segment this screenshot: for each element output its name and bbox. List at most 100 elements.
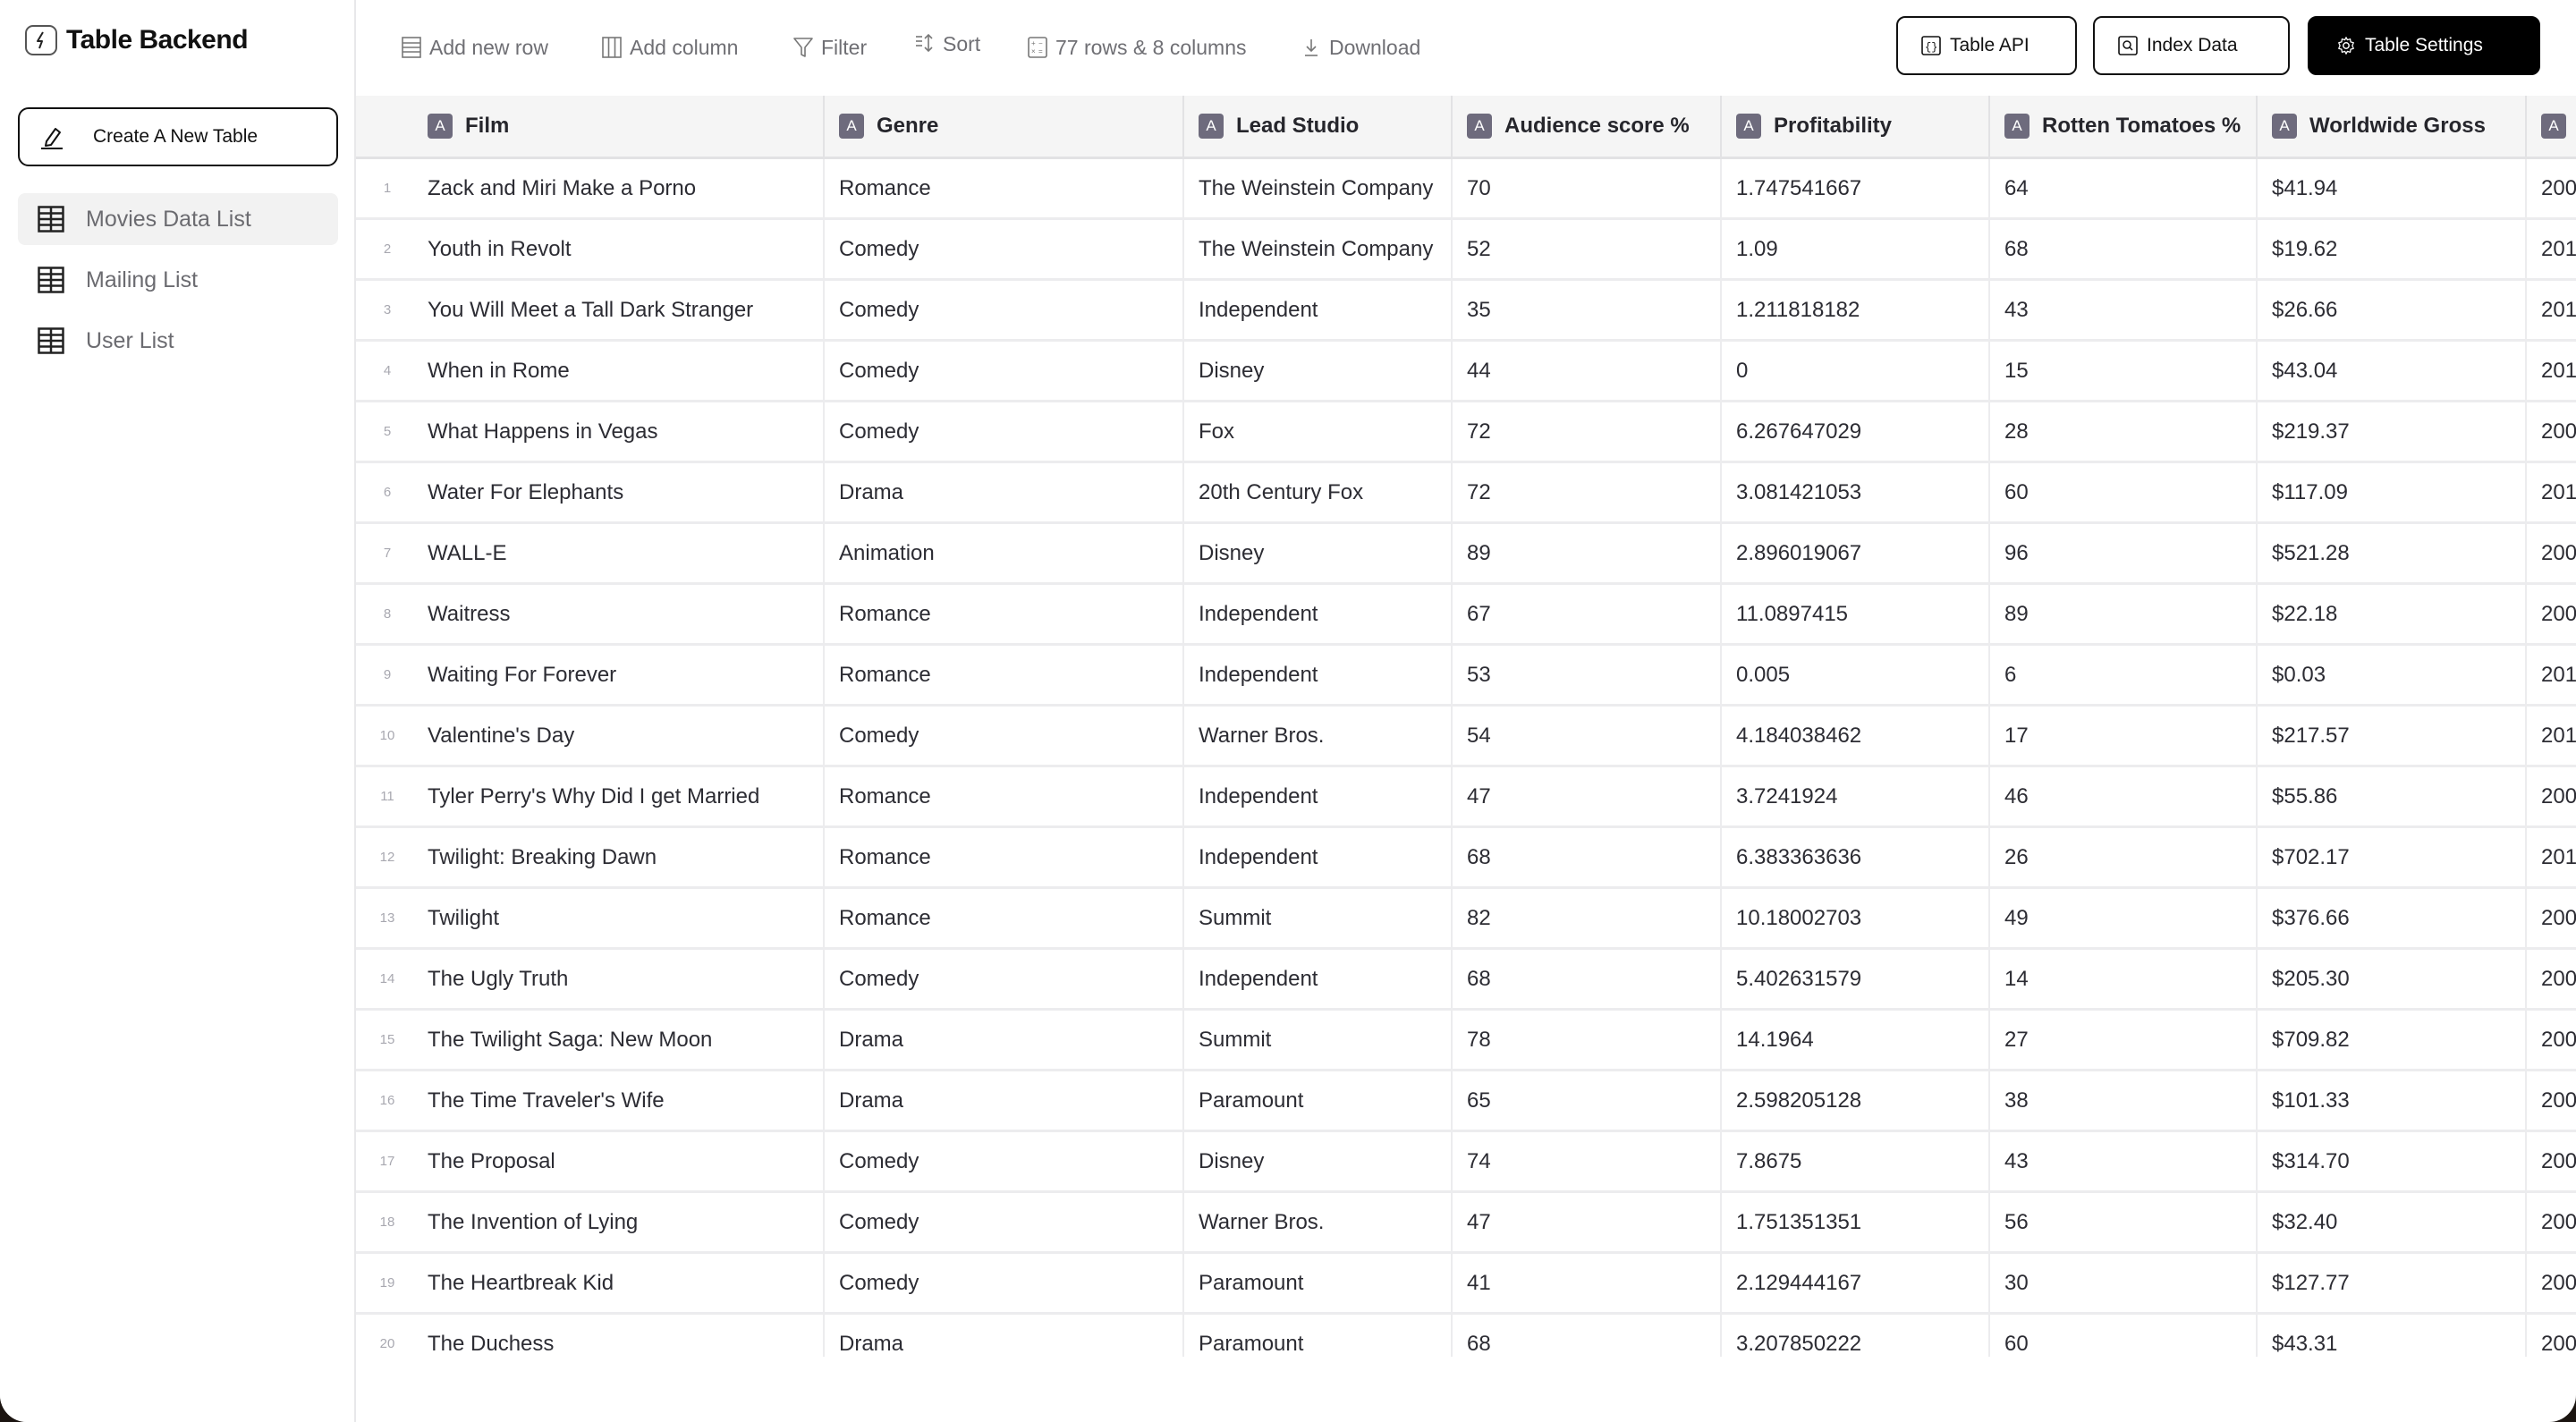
cell-year[interactable]: 200	[2527, 524, 2576, 582]
cell-rotten-tomatoes[interactable]: 89	[1990, 585, 2258, 643]
table-row[interactable]: 5 What Happens in Vegas Comedy Fox 72 6.26764…	[356, 402, 2576, 463]
create-new-table-button[interactable]: Create A New Table	[18, 107, 338, 166]
cell-profitability[interactable]: 14.1964	[1722, 1011, 1990, 1069]
table-settings-button[interactable]: Table Settings	[2308, 16, 2540, 75]
table-row[interactable]: 13 Twilight Romance Summit 82 10.18002703 49 $3…	[356, 889, 2576, 950]
cell-rotten-tomatoes[interactable]: 68	[1990, 220, 2258, 278]
cell-rotten-tomatoes[interactable]: 56	[1990, 1193, 2258, 1251]
cell-audience-score[interactable]: 54	[1453, 707, 1722, 765]
cell-genre[interactable]: Animation	[825, 524, 1184, 582]
cell-film[interactable]: What Happens in Vegas	[419, 402, 825, 461]
cell-audience-score[interactable]: 82	[1453, 889, 1722, 947]
cell-audience-score[interactable]: 65	[1453, 1071, 1722, 1130]
cell-lead-studio[interactable]: Disney	[1184, 342, 1453, 400]
cell-profitability[interactable]: 2.896019067	[1722, 524, 1990, 582]
cell-worldwide-gross[interactable]: $32.40	[2258, 1193, 2527, 1251]
cell-year[interactable]: 201	[2527, 342, 2576, 400]
cell-year[interactable]: 200	[2527, 889, 2576, 947]
cell-worldwide-gross[interactable]: $217.57	[2258, 707, 2527, 765]
cell-rotten-tomatoes[interactable]: 26	[1990, 828, 2258, 886]
cell-profitability[interactable]: 1.211818182	[1722, 281, 1990, 339]
cell-profitability[interactable]: 3.7241924	[1722, 767, 1990, 825]
cell-rotten-tomatoes[interactable]: 43	[1990, 281, 2258, 339]
cell-profitability[interactable]: 2.598205128	[1722, 1071, 1990, 1130]
cell-worldwide-gross[interactable]: $205.30	[2258, 950, 2527, 1008]
cell-genre[interactable]: Drama	[825, 1315, 1184, 1357]
cell-film[interactable]: Twilight: Breaking Dawn	[419, 828, 825, 886]
cell-worldwide-gross[interactable]: $101.33	[2258, 1071, 2527, 1130]
column-header-film[interactable]: A Film	[419, 96, 825, 157]
cell-worldwide-gross[interactable]: $521.28	[2258, 524, 2527, 582]
cell-worldwide-gross[interactable]: $19.62	[2258, 220, 2527, 278]
table-row[interactable]: 4 When in Rome Comedy Disney 44 0 15 $43.04 201	[356, 342, 2576, 402]
cell-lead-studio[interactable]: Paramount	[1184, 1315, 1453, 1357]
cell-audience-score[interactable]: 41	[1453, 1254, 1722, 1312]
cell-rotten-tomatoes[interactable]: 46	[1990, 767, 2258, 825]
column-header-audience-score[interactable]: A Audience score %	[1453, 96, 1722, 157]
cell-year[interactable]: 200	[2527, 402, 2576, 461]
cell-worldwide-gross[interactable]: $41.94	[2258, 159, 2527, 217]
table-row[interactable]: 8 Waitress Romance Independent 67 11.0897415 8…	[356, 585, 2576, 646]
cell-worldwide-gross[interactable]: $55.86	[2258, 767, 2527, 825]
sidebar-item-movies-data-list[interactable]: Movies Data List	[18, 193, 338, 245]
column-header-rotten-tomatoes[interactable]: A Rotten Tomatoes %	[1990, 96, 2258, 157]
table-row[interactable]: 9 Waiting For Forever Romance Independent 53…	[356, 646, 2576, 707]
cell-year[interactable]: 200	[2527, 1011, 2576, 1069]
cell-profitability[interactable]: 1.751351351	[1722, 1193, 1990, 1251]
cell-year[interactable]: 200	[2527, 585, 2576, 643]
index-data-button[interactable]: Index Data	[2093, 16, 2290, 75]
cell-lead-studio[interactable]: The Weinstein Company	[1184, 220, 1453, 278]
column-header-worldwide-gross[interactable]: A Worldwide Gross	[2258, 96, 2527, 157]
cell-year[interactable]: 201	[2527, 281, 2576, 339]
cell-worldwide-gross[interactable]: $314.70	[2258, 1132, 2527, 1190]
cell-lead-studio[interactable]: Summit	[1184, 889, 1453, 947]
cell-year[interactable]: 201	[2527, 220, 2576, 278]
cell-rotten-tomatoes[interactable]: 38	[1990, 1071, 2258, 1130]
cell-film[interactable]: Waitress	[419, 585, 825, 643]
cell-profitability[interactable]: 6.267647029	[1722, 402, 1990, 461]
cell-lead-studio[interactable]: Independent	[1184, 646, 1453, 704]
cell-film[interactable]: You Will Meet a Tall Dark Stranger	[419, 281, 825, 339]
cell-profitability[interactable]: 7.8675	[1722, 1132, 1990, 1190]
cell-rotten-tomatoes[interactable]: 64	[1990, 159, 2258, 217]
cell-film[interactable]: Valentine's Day	[419, 707, 825, 765]
cell-audience-score[interactable]: 47	[1453, 1193, 1722, 1251]
cell-audience-score[interactable]: 89	[1453, 524, 1722, 582]
table-row[interactable]: 20 The Duchess Drama Paramount 68 3.207850222…	[356, 1315, 2576, 1357]
cell-year[interactable]: 200	[2527, 1315, 2576, 1357]
cell-lead-studio[interactable]: Paramount	[1184, 1254, 1453, 1312]
cell-genre[interactable]: Romance	[825, 889, 1184, 947]
table-row[interactable]: 7 WALL-E Animation Disney 89 2.896019067 96 $52…	[356, 524, 2576, 585]
cell-lead-studio[interactable]: Fox	[1184, 402, 1453, 461]
cell-year[interactable]: 201	[2527, 707, 2576, 765]
cell-lead-studio[interactable]: Warner Bros.	[1184, 707, 1453, 765]
column-header-profitability[interactable]: A Profitability	[1722, 96, 1990, 157]
cell-worldwide-gross[interactable]: $127.77	[2258, 1254, 2527, 1312]
brand[interactable]: Table Backend	[25, 25, 249, 55]
table-row[interactable]: 10 Valentine's Day Comedy Warner Bros. 54 4.1…	[356, 707, 2576, 767]
cell-genre[interactable]: Comedy	[825, 1132, 1184, 1190]
sort-button[interactable]: Sort	[914, 29, 980, 59]
table-row[interactable]: 18 The Invention of Lying Comedy Warner Bro…	[356, 1193, 2576, 1254]
cell-audience-score[interactable]: 44	[1453, 342, 1722, 400]
cell-film[interactable]: The Twilight Saga: New Moon	[419, 1011, 825, 1069]
cell-film[interactable]: The Duchess	[419, 1315, 825, 1357]
cell-profitability[interactable]: 5.402631579	[1722, 950, 1990, 1008]
cell-lead-studio[interactable]: Independent	[1184, 767, 1453, 825]
cell-worldwide-gross[interactable]: $219.37	[2258, 402, 2527, 461]
cell-worldwide-gross[interactable]: $376.66	[2258, 889, 2527, 947]
cell-year[interactable]: 200	[2527, 159, 2576, 217]
cell-rotten-tomatoes[interactable]: 15	[1990, 342, 2258, 400]
cell-audience-score[interactable]: 78	[1453, 1011, 1722, 1069]
cell-film[interactable]: Twilight	[419, 889, 825, 947]
cell-audience-score[interactable]: 52	[1453, 220, 1722, 278]
table-row[interactable]: 14 The Ugly Truth Comedy Independent 68 5.402…	[356, 950, 2576, 1011]
table-row[interactable]: 12 Twilight: Breaking Dawn Romance Independ…	[356, 828, 2576, 889]
cell-genre[interactable]: Comedy	[825, 281, 1184, 339]
cell-year[interactable]: 200	[2527, 1071, 2576, 1130]
cell-genre[interactable]: Comedy	[825, 950, 1184, 1008]
cell-genre[interactable]: Drama	[825, 1071, 1184, 1130]
cell-year[interactable]: 201	[2527, 828, 2576, 886]
download-button[interactable]: Download	[1301, 32, 1420, 63]
cell-profitability[interactable]: 6.383363636	[1722, 828, 1990, 886]
